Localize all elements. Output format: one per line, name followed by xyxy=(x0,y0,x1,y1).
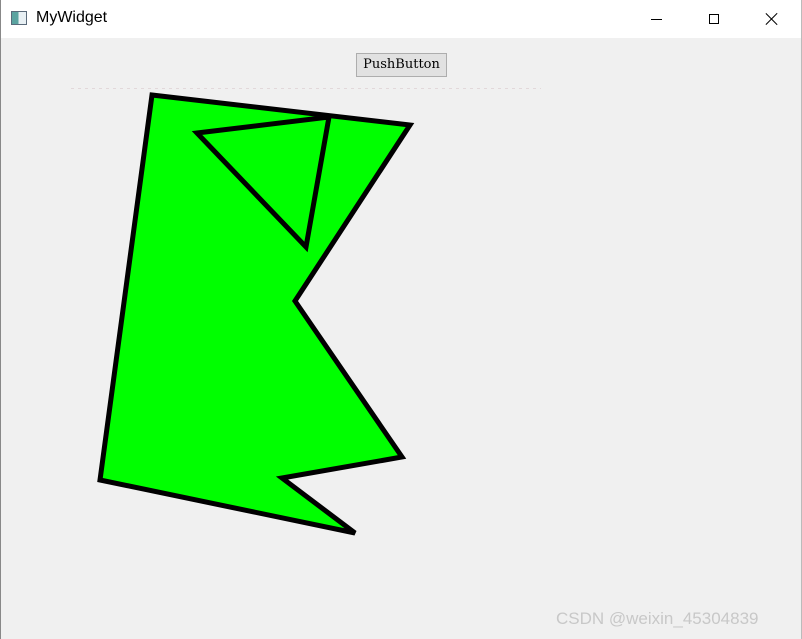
window-title: MyWidget xyxy=(36,9,108,26)
app-icon xyxy=(11,11,27,25)
watermark-text: CSDN @weixin_45304839 xyxy=(556,609,759,628)
title-bar[interactable]: MyWidget xyxy=(1,0,801,38)
maximize-button[interactable] xyxy=(685,0,743,38)
push-button[interactable]: PushButton xyxy=(356,53,447,77)
widget-client-area xyxy=(1,38,801,639)
close-icon xyxy=(765,12,779,26)
minimize-icon xyxy=(650,18,662,20)
app-window: MyWidget PushButton CSDN @weixin_4530483… xyxy=(0,0,802,639)
minimize-button[interactable] xyxy=(627,0,685,38)
close-button[interactable] xyxy=(743,0,801,38)
faint-trace-line xyxy=(71,88,541,89)
maximize-icon xyxy=(709,14,719,24)
